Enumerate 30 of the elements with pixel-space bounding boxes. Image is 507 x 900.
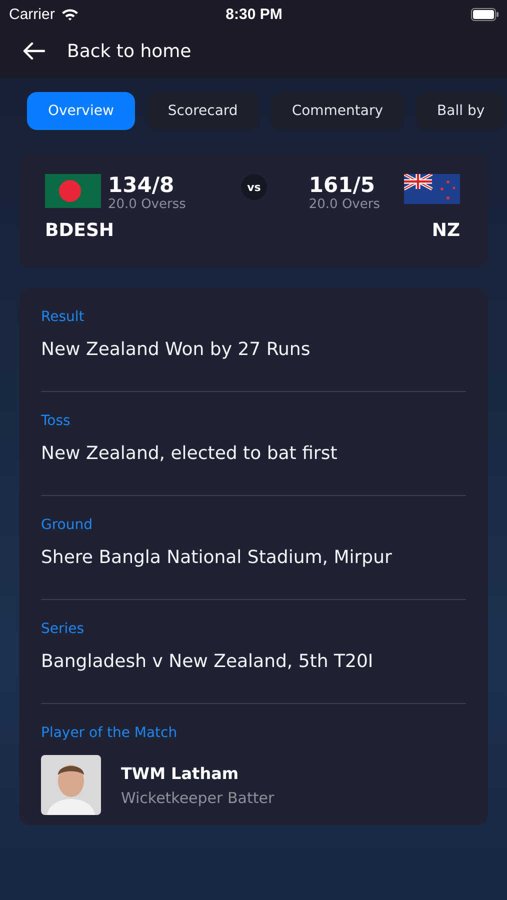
- battery-icon: [470, 8, 499, 20]
- wifi-icon: [60, 8, 79, 20]
- section-value: Shere Bangla National Stadium, Mirpur: [41, 547, 393, 568]
- tab[interactable]: Ball by: [416, 92, 506, 130]
- status-time: 8:30 PM: [226, 6, 282, 22]
- section-label: Series: [41, 621, 86, 637]
- back-link[interactable]: Back to home: [67, 40, 192, 62]
- team-name: NZ: [432, 220, 460, 242]
- section-value: New Zealand, elected to bat first: [41, 443, 338, 464]
- team-score: 161/5: [308, 174, 376, 198]
- carrier-label: Carrier: [9, 6, 55, 22]
- section-label: Toss: [41, 413, 72, 429]
- section-value: Bangladesh v New Zealand, 5th T20I: [41, 651, 374, 672]
- team-name: BDESH: [45, 220, 114, 242]
- overs-label: 20.0 Overs: [308, 197, 380, 212]
- overs-label: 20.0 Overss: [108, 197, 186, 212]
- section-label: Player of the Match: [41, 725, 178, 741]
- section-label: Result: [41, 309, 86, 325]
- flag-icon: [45, 174, 101, 208]
- back-arrow-icon[interactable]: [23, 42, 45, 60]
- player-role: Wicketkeeper Batter: [121, 788, 274, 806]
- versus-badge: vs: [241, 174, 267, 200]
- team-score: 134/8: [108, 174, 176, 198]
- player-name: TWM Latham: [121, 764, 240, 782]
- tab[interactable]: Overview: [27, 92, 135, 130]
- tab[interactable]: Scorecard: [146, 92, 259, 130]
- flag-icon: [404, 174, 460, 204]
- tab[interactable]: Commentary: [270, 92, 404, 130]
- section-value: New Zealand Won by 27 Runs: [41, 339, 312, 360]
- section-label: Ground: [41, 517, 94, 533]
